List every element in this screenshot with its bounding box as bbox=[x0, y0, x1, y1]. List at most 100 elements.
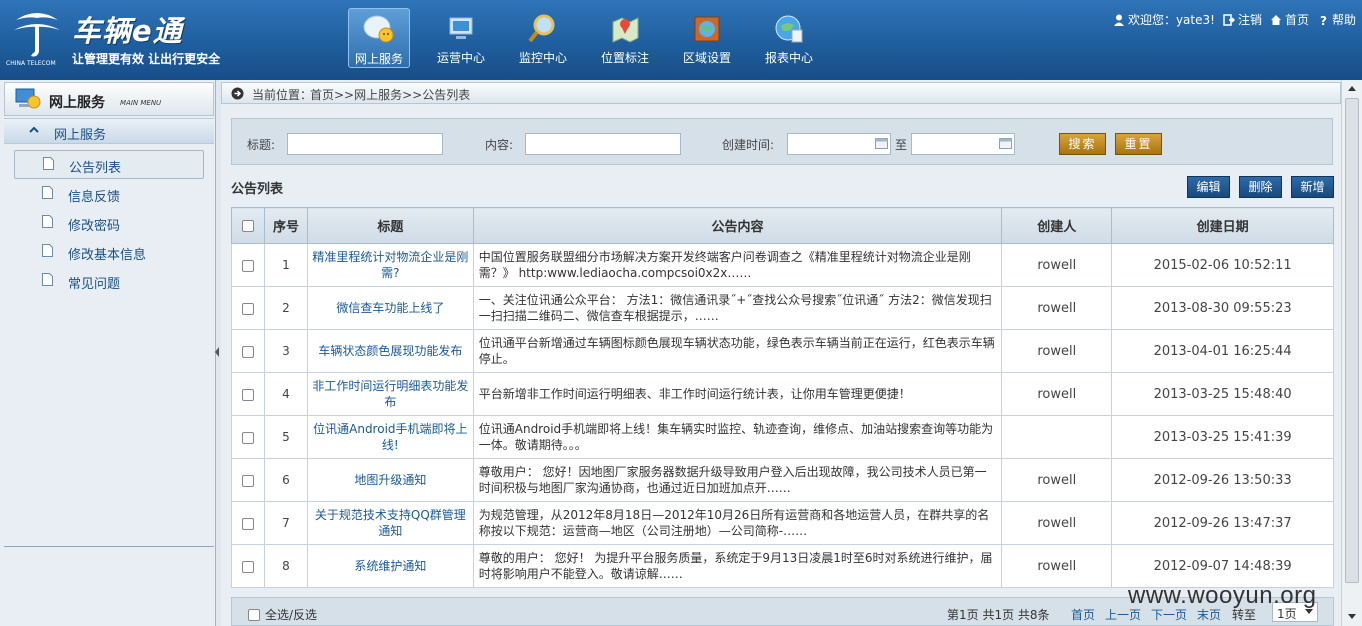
sidebar-collapse-icon[interactable] bbox=[214, 345, 220, 359]
breadcrumb-label: 当前位置： bbox=[252, 88, 313, 102]
row-checkbox[interactable] bbox=[241, 517, 254, 530]
reset-button[interactable]: 重置 bbox=[1115, 133, 1162, 155]
row-checkbox-cell bbox=[231, 329, 265, 373]
row-number: 6 bbox=[263, 458, 308, 502]
top-links: 欢迎您：yate3! 注销 首页 ? 帮助 bbox=[1113, 11, 1356, 28]
nav-monitor[interactable]: 监控中心 bbox=[512, 8, 574, 68]
document-icon bbox=[42, 244, 53, 257]
scroll-down-icon[interactable] bbox=[1342, 608, 1362, 625]
title-filter-input[interactable] bbox=[287, 133, 443, 155]
add-button[interactable]: 新增 bbox=[1291, 176, 1334, 198]
row-checkbox[interactable] bbox=[241, 560, 254, 573]
row-checkbox[interactable] bbox=[241, 474, 254, 487]
top-header: CHINA TELECOM 车辆e通 让管理更有效 让出行更安全 网上服务 运营… bbox=[0, 0, 1362, 80]
row-number: 8 bbox=[263, 544, 308, 588]
row-checkbox[interactable] bbox=[241, 302, 254, 315]
map-pin-icon bbox=[612, 17, 639, 43]
delete-button[interactable]: 删除 bbox=[1239, 176, 1282, 198]
first-page-link[interactable]: 首页 bbox=[1071, 606, 1095, 623]
nav-operations[interactable]: 运营中心 bbox=[430, 8, 492, 68]
scroll-up-icon[interactable] bbox=[1342, 80, 1362, 97]
sidebar-item-announcements[interactable]: 公告列表 bbox=[14, 150, 204, 179]
welcome-user: 欢迎您：yate3! bbox=[1113, 11, 1215, 28]
row-title-link[interactable]: 非工作时间运行明细表功能发布 bbox=[306, 372, 474, 416]
row-title-link[interactable]: 地图升级通知 bbox=[306, 458, 474, 502]
column-header: 创建日期 bbox=[1111, 207, 1334, 244]
pager-info: 第1页 共1页 共8条 bbox=[947, 608, 1050, 622]
row-checkbox[interactable] bbox=[241, 431, 254, 444]
scrollbar-thumb[interactable] bbox=[1345, 98, 1359, 583]
main-content: 当前位置： 首页>>网上服务>>公告列表 标题: 内容: 创建时间: 至 搜索 … bbox=[221, 80, 1362, 626]
sidebar-title: 网上服务 bbox=[49, 95, 105, 111]
watermark: www.wooyun.org bbox=[1128, 582, 1317, 609]
sidebar-item-edit-profile[interactable]: 修改基本信息 bbox=[4, 237, 214, 266]
select-all-checkbox[interactable] bbox=[241, 219, 254, 232]
row-number: 2 bbox=[263, 286, 308, 330]
logout-label: 注销 bbox=[1237, 13, 1262, 27]
nav-location[interactable]: 位置标注 bbox=[594, 8, 656, 68]
calendar-icon[interactable] bbox=[875, 137, 888, 149]
arrow-circle-icon bbox=[231, 87, 244, 100]
row-content: 平台新增非工作时间运行明细表、非工作时间运行统计表，让你用车管理更便捷！ bbox=[472, 372, 1003, 416]
vertical-scrollbar[interactable] bbox=[1341, 80, 1362, 626]
column-header: 公告内容 bbox=[472, 207, 1003, 244]
globe-chart-icon bbox=[775, 15, 803, 43]
content-filter-input[interactable] bbox=[525, 133, 681, 155]
monitor-icon bbox=[449, 17, 473, 39]
row-title-link[interactable]: 微信查车功能上线了 bbox=[306, 286, 474, 330]
row-checkbox-cell bbox=[231, 415, 265, 459]
service-desk-icon bbox=[15, 88, 41, 109]
logout-link[interactable]: 注销 bbox=[1223, 11, 1262, 28]
row-creator: rowell bbox=[1001, 286, 1113, 330]
row-date: 2013-08-30 09:55:23 bbox=[1111, 286, 1334, 330]
row-checkbox-cell bbox=[231, 372, 265, 416]
row-content: 尊敬的用户： 您好！ 为提升平台服务质量，系统定于9月13日凌晨1时至6时对系统… bbox=[472, 544, 1003, 588]
title-filter-label: 标题: bbox=[247, 138, 276, 152]
sidebar-section-label: 网上服务 bbox=[54, 128, 107, 143]
sidebar-section-toggle[interactable]: 网上服务 bbox=[4, 118, 214, 144]
svg-text:?: ? bbox=[1320, 14, 1327, 26]
select-all-toggle[interactable]: 全选/反选 bbox=[248, 606, 317, 623]
row-checkbox[interactable] bbox=[241, 345, 254, 358]
nav-reports[interactable]: 报表中心 bbox=[758, 8, 820, 68]
row-creator: rowell bbox=[1001, 458, 1113, 502]
row-date: 2013-03-25 15:41:39 bbox=[1111, 415, 1334, 459]
nav-label: 区域设置 bbox=[682, 51, 731, 65]
calendar-icon[interactable] bbox=[999, 137, 1012, 149]
table-row: 7 关于规范技术支持QQ群管理通知 为规范管理，从2012年8月18日—2012… bbox=[231, 501, 1334, 545]
sidebar-divider bbox=[4, 546, 214, 547]
sidebar-item-faq[interactable]: 常见问题 bbox=[4, 266, 214, 295]
table-header-row: 序号 标题 公告内容 创建人 创建日期 bbox=[231, 207, 1334, 244]
sidebar: 网上服务 MAIN MENU 网上服务 公告列表 信息反馈 修改密码 修改基本信… bbox=[0, 80, 216, 626]
row-creator: rowell bbox=[1001, 544, 1113, 588]
help-link[interactable]: ? 帮助 bbox=[1317, 11, 1356, 28]
row-title-link[interactable]: 关于规范技术支持QQ群管理通知 bbox=[306, 501, 474, 545]
row-date: 2013-04-01 16:25:44 bbox=[1111, 329, 1334, 373]
row-creator: rowell bbox=[1001, 501, 1113, 545]
row-title-link[interactable]: 车辆状态颜色展现功能发布 bbox=[306, 329, 474, 373]
nav-area[interactable]: 区域设置 bbox=[676, 8, 738, 68]
home-label: 首页 bbox=[1284, 13, 1309, 27]
sidebar-item-label: 修改密码 bbox=[68, 219, 121, 234]
sidebar-item-change-password[interactable]: 修改密码 bbox=[4, 208, 214, 237]
home-icon bbox=[1270, 14, 1281, 25]
edit-button[interactable]: 编辑 bbox=[1187, 176, 1230, 198]
row-checkbox[interactable] bbox=[241, 259, 254, 272]
row-title-link[interactable]: 位讯通Android手机端即将上线! bbox=[306, 415, 474, 459]
row-date: 2012-09-26 13:47:37 bbox=[1111, 501, 1334, 545]
nav-label: 报表中心 bbox=[764, 51, 813, 65]
sidebar-item-feedback[interactable]: 信息反馈 bbox=[4, 179, 214, 208]
row-checkbox[interactable] bbox=[241, 388, 254, 401]
row-content: 为规范管理，从2012年8月18日—2012年10月26日所有运营商和各地运营人… bbox=[472, 501, 1003, 545]
select-all-footer-checkbox[interactable] bbox=[248, 608, 260, 621]
column-header: 序号 bbox=[263, 207, 308, 244]
row-title-link[interactable]: 系统维护通知 bbox=[306, 544, 474, 588]
search-button[interactable]: 搜索 bbox=[1059, 133, 1106, 155]
select-all-label: 全选/反选 bbox=[265, 608, 318, 622]
row-creator: rowell bbox=[1001, 372, 1113, 416]
row-checkbox-cell bbox=[231, 286, 265, 330]
nav-online-service[interactable]: 网上服务 bbox=[348, 8, 410, 68]
row-title-link[interactable]: 精准里程统计对物流企业是刚需? bbox=[306, 243, 474, 287]
user-icon bbox=[1113, 14, 1124, 26]
home-link[interactable]: 首页 bbox=[1270, 11, 1309, 28]
